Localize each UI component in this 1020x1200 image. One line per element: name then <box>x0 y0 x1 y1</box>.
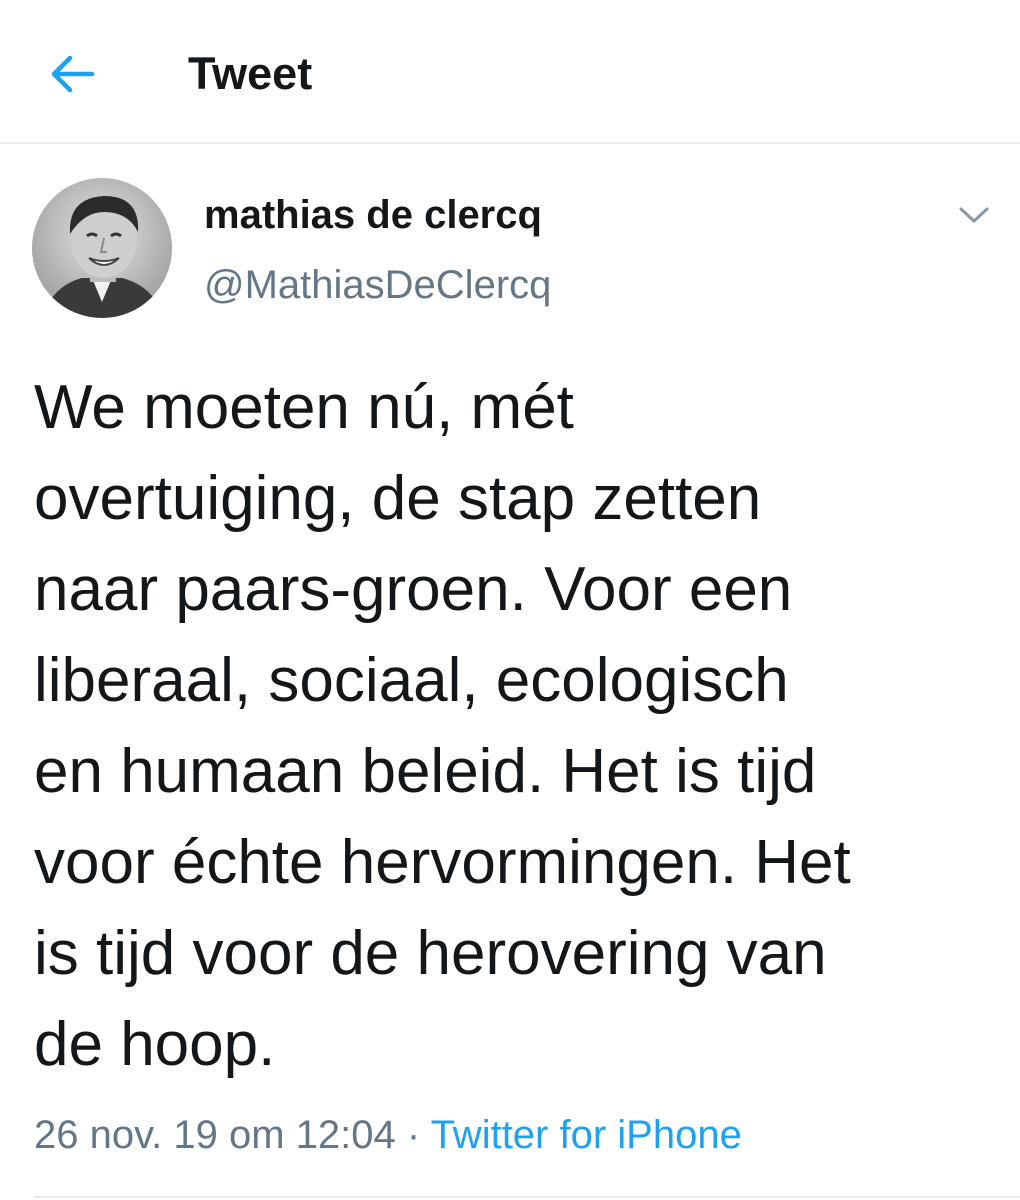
back-button[interactable] <box>44 48 100 100</box>
meta-separator: · <box>395 1113 431 1157</box>
tweet-text-line: is tijd voor de herovering van <box>34 919 827 988</box>
tweet-text-line: We moeten nú, mét <box>34 373 574 442</box>
tweet-detail-screen: Tweet mathias de clercq @MathiasDeClercq… <box>0 0 1020 1200</box>
chevron-down-icon <box>959 207 989 223</box>
tweet-text-line: en humaan beleid. Het is tijd <box>34 737 817 806</box>
tweet-text-line: overtuiging, de stap zetten <box>34 464 762 533</box>
tweet-timestamp[interactable]: 26 nov. 19 om 12:04 <box>34 1113 396 1157</box>
author-handle[interactable]: @MathiasDeClercq <box>204 262 551 308</box>
avatar[interactable] <box>32 178 172 318</box>
tweet-text-line: liberaal, sociaal, ecologisch <box>34 646 789 715</box>
tweet-menu-button[interactable] <box>952 198 996 232</box>
tweet-text: We moeten nú, mét overtuiging, de stap z… <box>34 362 994 1090</box>
tweet-text-line: de hoop. <box>34 1010 276 1079</box>
tweet-meta: 26 nov. 19 om 12:04 · Twitter for iPhone <box>34 1110 742 1160</box>
page-title: Tweet <box>188 48 313 99</box>
tweet-text-line: voor échte hervormingen. Het <box>34 828 851 897</box>
arrow-left-icon <box>51 55 95 93</box>
top-bar: Tweet <box>0 0 1020 144</box>
tweet-text-line: naar paars-groen. Voor een <box>34 555 793 624</box>
avatar-photo <box>32 178 172 318</box>
author-name[interactable]: mathias de clercq <box>204 192 542 238</box>
divider <box>34 1196 1020 1198</box>
tweet-source-link[interactable]: Twitter for iPhone <box>431 1113 742 1157</box>
